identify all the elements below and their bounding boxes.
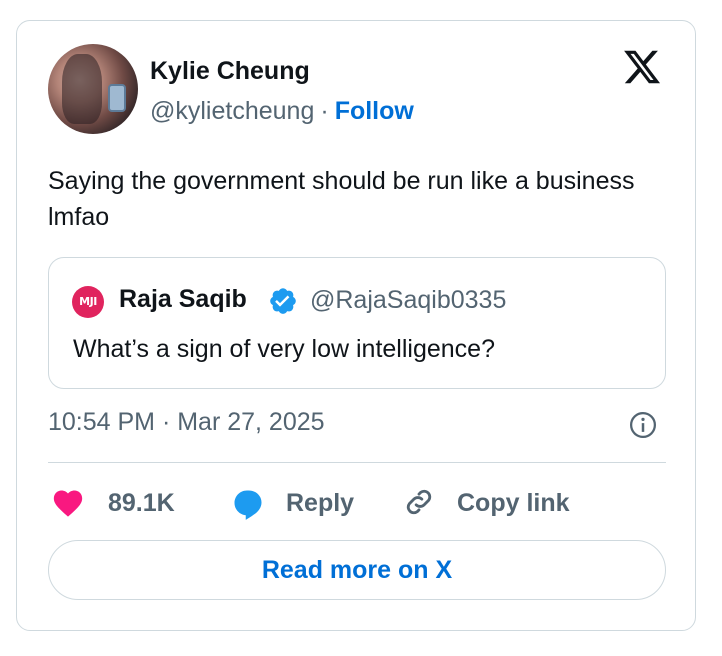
tweet-timestamp[interactable]: 10:54 PM · Mar 27, 2025 bbox=[48, 408, 325, 437]
avatar-phone-shape bbox=[108, 84, 126, 112]
quoted-author-handle: @RajaSaqib0335 bbox=[310, 286, 507, 314]
reply-label: Reply bbox=[286, 489, 355, 517]
follow-button[interactable]: Follow bbox=[335, 97, 414, 125]
handle-separator: · bbox=[320, 97, 329, 125]
verified-badge-icon bbox=[270, 288, 296, 314]
quoted-author-name: Raja Saqib bbox=[119, 285, 247, 313]
info-icon[interactable] bbox=[628, 410, 658, 440]
avatar-hair-shape bbox=[62, 54, 102, 124]
author-name[interactable]: Kylie Cheung bbox=[150, 57, 310, 86]
link-icon bbox=[406, 489, 432, 515]
quoted-author-avatar[interactable]: MJI bbox=[72, 286, 104, 318]
quoted-tweet-text: What’s a sign of very low intelligence? bbox=[73, 335, 495, 363]
like-button[interactable]: 89.1K bbox=[48, 483, 198, 523]
tweet-text: Saying the government should be run like… bbox=[48, 167, 635, 231]
tweet-embed-card: Kylie Cheung @kylietcheung · Follow Saying… bbox=[16, 20, 696, 631]
divider bbox=[48, 462, 666, 463]
copy-link-label: Copy link bbox=[457, 489, 570, 517]
action-bar: 89.1K Reply Copy link bbox=[48, 483, 666, 523]
author-handle[interactable]: @kylietcheung bbox=[150, 97, 314, 125]
reply-bubble-icon bbox=[234, 490, 262, 520]
author-handle-row: @kylietcheung · Follow bbox=[150, 97, 414, 126]
reply-button[interactable]: Reply bbox=[230, 483, 380, 523]
heart-icon bbox=[53, 490, 83, 517]
copy-link-button[interactable]: Copy link bbox=[402, 483, 602, 523]
read-more-button[interactable]: Read more on X bbox=[48, 540, 666, 600]
x-logo-icon[interactable] bbox=[621, 47, 663, 87]
quoted-tweet[interactable]: MJI Raja Saqib @RajaSaqib0335 What’s a s… bbox=[48, 257, 666, 389]
likes-count: 89.1K bbox=[108, 489, 175, 517]
author-avatar[interactable] bbox=[48, 44, 138, 134]
